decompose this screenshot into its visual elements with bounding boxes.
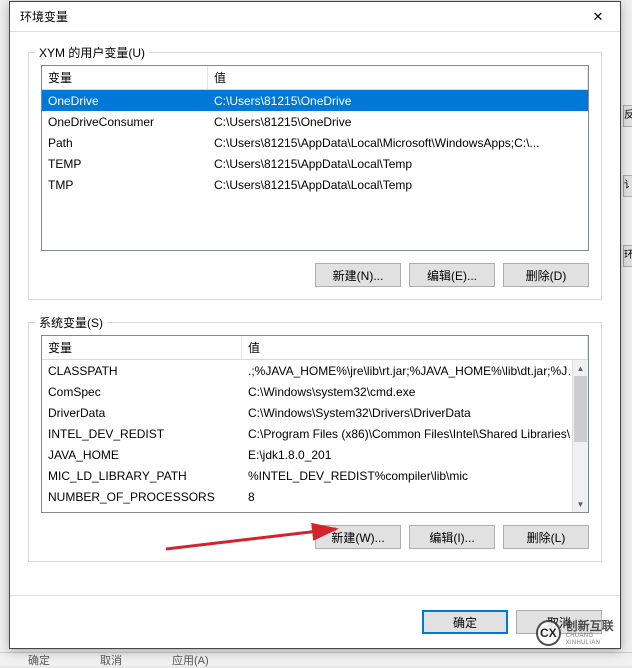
close-button[interactable]: ✕ bbox=[576, 2, 620, 31]
bg-apply: 应用(A) bbox=[172, 652, 209, 668]
system-delete-button[interactable]: 删除(L) bbox=[503, 525, 589, 549]
user-variables-legend: XYM 的用户变量(U) bbox=[35, 44, 149, 61]
ok-button[interactable]: 确定 bbox=[422, 610, 508, 634]
table-row[interactable]: OneDriveConsumerC:\Users\81215\OneDrive bbox=[42, 111, 588, 132]
cell-value: .;%JAVA_HOME%\jre\lib\rt.jar;%JAVA_HOME%… bbox=[242, 364, 588, 378]
column-value[interactable]: 值 bbox=[242, 336, 588, 359]
user-new-button[interactable]: 新建(N)... bbox=[315, 263, 401, 287]
user-variables-table[interactable]: 变量 值 OneDriveC:\Users\81215\OneDriveOneD… bbox=[41, 65, 589, 251]
user-variables-group: XYM 的用户变量(U) 变量 值 OneDriveC:\Users\81215… bbox=[28, 52, 602, 300]
cell-variable: DriverData bbox=[42, 406, 242, 420]
system-variables-group: 系统变量(S) 变量 值 CLASSPATH.;%JAVA_HOME%\jre\… bbox=[28, 322, 602, 562]
vertical-scrollbar[interactable]: ▲ ▼ bbox=[572, 360, 588, 512]
user-delete-button[interactable]: 删除(D) bbox=[503, 263, 589, 287]
cell-variable: MIC_LD_LIBRARY_PATH bbox=[42, 469, 242, 483]
table-row[interactable]: TEMPC:\Users\81215\AppData\Local\Temp bbox=[42, 153, 588, 174]
cell-value: C:\Users\81215\AppData\Local\Temp bbox=[208, 157, 588, 171]
system-new-button[interactable]: 新建(W)... bbox=[315, 525, 401, 549]
table-header: 变量 值 bbox=[42, 336, 588, 360]
table-row[interactable]: MIC_LD_LIBRARY_PATH%INTEL_DEV_REDIST%com… bbox=[42, 465, 588, 486]
scroll-thumb[interactable] bbox=[574, 376, 587, 442]
cell-value: C:\Users\81215\OneDrive bbox=[208, 94, 588, 108]
cell-value: C:\Windows\system32\cmd.exe bbox=[242, 385, 588, 399]
table-header: 变量 值 bbox=[42, 66, 588, 90]
cell-value: %INTEL_DEV_REDIST%compiler\lib\mic bbox=[242, 469, 588, 483]
table-row[interactable]: PathC:\Users\81215\AppData\Local\Microso… bbox=[42, 132, 588, 153]
scroll-track[interactable] bbox=[573, 376, 588, 496]
system-variables-table[interactable]: 变量 值 CLASSPATH.;%JAVA_HOME%\jre\lib\rt.j… bbox=[41, 335, 589, 513]
cell-value: C:\Users\81215\AppData\Local\Temp bbox=[208, 178, 588, 192]
close-icon: ✕ bbox=[593, 9, 604, 25]
cell-variable: OneDrive bbox=[42, 94, 208, 108]
column-variable[interactable]: 变量 bbox=[42, 66, 208, 89]
cell-variable: INTEL_DEV_REDIST bbox=[42, 427, 242, 441]
cell-value: C:\Program Files (x86)\Common Files\Inte… bbox=[242, 427, 588, 441]
titlebar: 环境变量 ✕ bbox=[10, 2, 620, 32]
table-row[interactable]: INTEL_DEV_REDISTC:\Program Files (x86)\C… bbox=[42, 423, 588, 444]
cell-variable: NUMBER_OF_PROCESSORS bbox=[42, 490, 242, 504]
column-variable[interactable]: 变量 bbox=[42, 336, 242, 359]
dialog-footer: 确定 取消 bbox=[10, 595, 620, 648]
cell-value: 8 bbox=[242, 490, 588, 504]
table-row[interactable]: CLASSPATH.;%JAVA_HOME%\jre\lib\rt.jar;%J… bbox=[42, 360, 588, 381]
cell-variable: OneDriveConsumer bbox=[42, 115, 208, 129]
user-edit-button[interactable]: 编辑(E)... bbox=[409, 263, 495, 287]
system-variables-legend: 系统变量(S) bbox=[35, 314, 107, 331]
column-value[interactable]: 值 bbox=[208, 66, 588, 89]
cell-value: C:\Windows\System32\Drivers\DriverData bbox=[242, 406, 588, 420]
scroll-up-icon[interactable]: ▲ bbox=[573, 360, 588, 376]
bg-truncated-button: 讠 bbox=[623, 175, 632, 197]
table-row[interactable]: TMPC:\Users\81215\AppData\Local\Temp bbox=[42, 174, 588, 195]
cell-value: C:\Users\81215\AppData\Local\Microsoft\W… bbox=[208, 136, 588, 150]
cell-variable: CLASSPATH bbox=[42, 364, 242, 378]
table-row[interactable]: DriverDataC:\Windows\System32\Drivers\Dr… bbox=[42, 402, 588, 423]
cell-variable: TMP bbox=[42, 178, 208, 192]
table-row[interactable]: NUMBER_OF_PROCESSORS8 bbox=[42, 486, 588, 507]
cell-variable: JAVA_HOME bbox=[42, 448, 242, 462]
table-row[interactable]: ComSpecC:\Windows\system32\cmd.exe bbox=[42, 381, 588, 402]
bg-ok: 确定 bbox=[28, 652, 50, 668]
cell-variable: ComSpec bbox=[42, 385, 242, 399]
cell-value: E:\jdk1.8.0_201 bbox=[242, 448, 588, 462]
environment-variables-dialog: 环境变量 ✕ XYM 的用户变量(U) 变量 值 OneDriveC:\User… bbox=[9, 1, 621, 649]
table-row[interactable]: JAVA_HOMEE:\jdk1.8.0_201 bbox=[42, 444, 588, 465]
cell-variable: Path bbox=[42, 136, 208, 150]
cell-value: C:\Users\81215\OneDrive bbox=[208, 115, 588, 129]
system-edit-button[interactable]: 编辑(I)... bbox=[409, 525, 495, 549]
bg-truncated-button: 环 bbox=[623, 245, 632, 267]
table-row[interactable]: OneDriveC:\Users\81215\OneDrive bbox=[42, 90, 588, 111]
cell-variable: TEMP bbox=[42, 157, 208, 171]
bg-truncated-button: 反 bbox=[623, 105, 632, 127]
cancel-button[interactable]: 取消 bbox=[516, 610, 602, 634]
scroll-down-icon[interactable]: ▼ bbox=[573, 496, 588, 512]
dialog-title: 环境变量 bbox=[20, 8, 576, 25]
background-footer: 确定 取消 应用(A) bbox=[0, 652, 632, 666]
bg-cancel: 取消 bbox=[100, 652, 122, 668]
